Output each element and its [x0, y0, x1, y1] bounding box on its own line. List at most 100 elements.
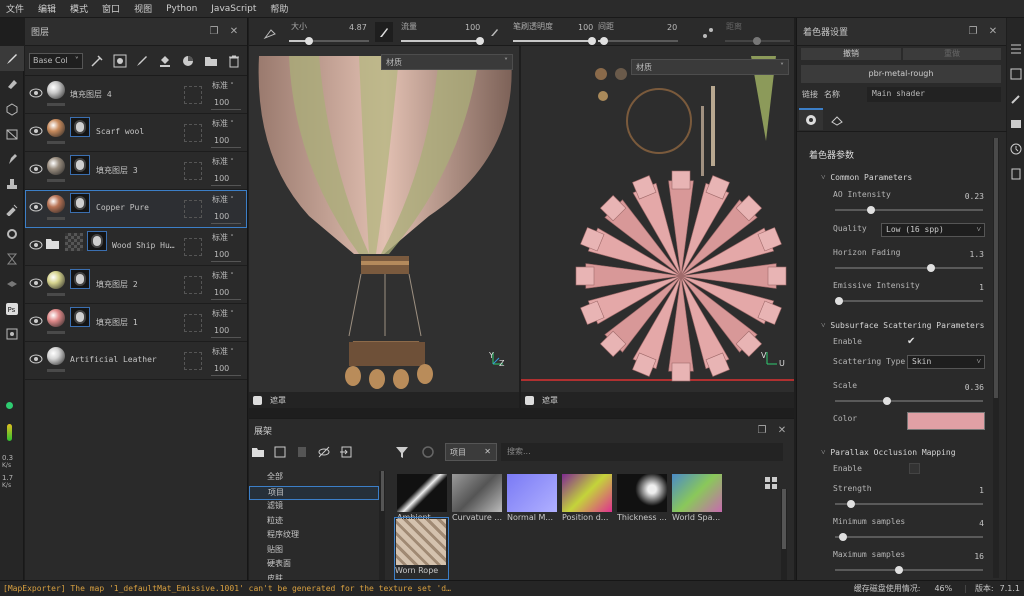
- layer-row[interactable]: Wood Ship Hu… 标准 100: [25, 228, 247, 266]
- blend-mode-select[interactable]: 标准: [212, 80, 234, 91]
- horizon-slider[interactable]: [835, 267, 983, 269]
- display-settings-icon[interactable]: [1007, 111, 1024, 136]
- mask-toggle-icon[interactable]: [253, 395, 262, 405]
- layer-row[interactable]: Scarf wool 标准 100: [25, 114, 247, 152]
- emissive-value[interactable]: 1: [979, 283, 984, 292]
- channel-select[interactable]: Base Col ˅: [29, 52, 83, 69]
- blend-mode-select[interactable]: 标准: [212, 232, 234, 243]
- quality-select[interactable]: Low (16 spp): [881, 223, 985, 237]
- visibility-eye-icon[interactable]: [29, 164, 43, 177]
- layer-name[interactable]: 填充图层 1: [96, 317, 138, 328]
- shader-close-icon[interactable]: ✕: [986, 26, 1000, 37]
- shelf-item[interactable]: Normal M...: [507, 474, 557, 522]
- filter-tag[interactable]: 项目 ✕: [445, 443, 497, 461]
- viewport-3d[interactable]: YZ 材质 ˅ 遮罩: [249, 46, 519, 408]
- smudge-icon[interactable]: [0, 146, 24, 171]
- ao-slider[interactable]: [835, 209, 983, 211]
- common-params-section[interactable]: Common Parameters: [821, 173, 912, 182]
- refresh-icon[interactable]: [421, 445, 435, 462]
- layer-row[interactable]: 填充图层 3 标准 100: [25, 152, 247, 190]
- layer-row[interactable]: Artificial Leather 标准 100: [25, 342, 247, 380]
- layer-mask-thumbnail[interactable]: [70, 193, 90, 213]
- float-panel-icon[interactable]: ❐: [207, 26, 221, 37]
- stroke-opacity-icon[interactable]: [489, 26, 501, 41]
- blend-mode-select[interactable]: 标准: [212, 270, 234, 281]
- layer-name[interactable]: Wood Ship Hu…: [112, 241, 175, 250]
- layer-row[interactable]: 填充图层 1 标准 100: [25, 304, 247, 342]
- spacing-slider-knob[interactable]: [600, 37, 608, 45]
- brush-mode-icon[interactable]: [263, 26, 279, 43]
- tab-shader-params[interactable]: [799, 108, 823, 130]
- max-samples-slider[interactable]: [835, 569, 983, 571]
- stroke-opacity-slider-knob[interactable]: [588, 37, 596, 45]
- export-icon[interactable]: [0, 321, 24, 346]
- log-icon[interactable]: [1007, 161, 1024, 186]
- geometry-mask-icon[interactable]: [0, 121, 24, 146]
- import-icon[interactable]: [339, 445, 353, 462]
- layer-name[interactable]: 填充图层 4: [70, 89, 112, 100]
- shelf-float-icon[interactable]: ❐: [755, 425, 769, 436]
- menu-item-2[interactable]: 模式: [63, 2, 95, 15]
- eraser-icon[interactable]: [0, 71, 24, 96]
- shelf-category[interactable]: 项目: [249, 485, 379, 500]
- spacing-value[interactable]: 20: [667, 23, 677, 32]
- filter-tag-close-icon[interactable]: ✕: [484, 447, 491, 456]
- lazy-mouse-icon[interactable]: [701, 26, 715, 43]
- grid-view-icon[interactable]: [765, 477, 777, 492]
- shelf-category[interactable]: 全部: [249, 471, 379, 486]
- layer-mask-thumbnail[interactable]: [70, 307, 90, 327]
- shader-float-icon[interactable]: ❐: [966, 26, 980, 37]
- color-picker-icon[interactable]: [0, 196, 24, 221]
- layer-opacity[interactable]: 100: [214, 250, 229, 259]
- mask-toggle-2d-icon[interactable]: [525, 395, 534, 405]
- menu-item-0[interactable]: 文件: [0, 2, 31, 15]
- folder-icon[interactable]: [251, 445, 265, 462]
- stroke-opacity-value[interactable]: 100: [578, 23, 593, 32]
- menu-item-1[interactable]: 编辑: [31, 2, 63, 15]
- material-select-2d[interactable]: 材质 ˅: [631, 59, 789, 75]
- shader-scroll-thumb[interactable]: [994, 138, 998, 398]
- layer-effect-slot[interactable]: [184, 238, 202, 256]
- emissive-slider-knob[interactable]: [835, 297, 843, 305]
- add-folder-icon[interactable]: [202, 52, 220, 70]
- shelf-close-icon[interactable]: ✕: [775, 425, 789, 436]
- visibility-eye-icon[interactable]: [29, 316, 43, 329]
- horizon-value[interactable]: 1.3: [970, 250, 984, 259]
- redo-button[interactable]: 重做: [903, 48, 1001, 60]
- menu-item-3[interactable]: 窗口: [95, 2, 127, 15]
- layer-mask-thumbnail[interactable]: [70, 117, 90, 137]
- texture-set-settings-icon[interactable]: [1007, 61, 1024, 86]
- clone-stamp-icon[interactable]: [0, 171, 24, 196]
- menu-item-5[interactable]: Python: [159, 4, 204, 14]
- add-mask-icon[interactable]: [111, 52, 129, 70]
- shelf-item[interactable]: Curvature ...: [452, 474, 502, 522]
- close-icon[interactable]: ✕: [227, 26, 241, 37]
- size-value[interactable]: 4.87: [349, 23, 367, 32]
- menu-item-7[interactable]: 帮助: [263, 2, 295, 15]
- link-label[interactable]: 链接: [802, 89, 818, 100]
- max-samples-value[interactable]: 16: [974, 552, 984, 561]
- layer-opacity[interactable]: 100: [214, 212, 229, 221]
- paint-brush-icon[interactable]: [0, 46, 24, 71]
- layer-row[interactable]: 填充图层 4 标准 100: [25, 76, 247, 114]
- visibility-eye-icon[interactable]: [29, 354, 43, 367]
- layer-name[interactable]: 填充图层 3: [96, 165, 138, 176]
- horizon-slider-knob[interactable]: [927, 264, 935, 272]
- shader-name-input[interactable]: Main shader: [867, 87, 1001, 102]
- sss-section[interactable]: Subsurface Scattering Parameters: [821, 321, 984, 330]
- new-shelf-icon[interactable]: [273, 445, 287, 462]
- layer-effect-slot[interactable]: [184, 200, 202, 218]
- ao-slider-knob[interactable]: [867, 206, 875, 214]
- blend-mode-select[interactable]: 标准: [212, 156, 234, 167]
- blend-mode-select[interactable]: 标准: [212, 346, 234, 357]
- min-samples-slider[interactable]: [835, 536, 983, 538]
- layer-opacity[interactable]: 100: [214, 364, 229, 373]
- scale-slider[interactable]: [835, 400, 983, 402]
- undo-button[interactable]: 撤销: [801, 48, 901, 60]
- shelf-search-input[interactable]: 搜索...: [501, 443, 783, 461]
- layer-opacity[interactable]: 100: [214, 288, 229, 297]
- layer-opacity[interactable]: 100: [214, 326, 229, 335]
- layer-opacity[interactable]: 100: [214, 174, 229, 183]
- ao-value[interactable]: 0.23: [965, 192, 984, 201]
- layer-mask-thumbnail[interactable]: [70, 155, 90, 175]
